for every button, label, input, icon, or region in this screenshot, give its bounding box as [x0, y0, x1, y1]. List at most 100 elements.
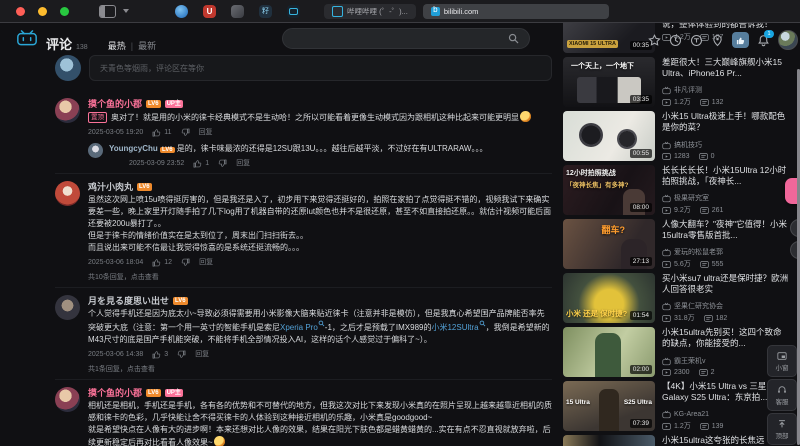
dislike-button[interactable]: [181, 258, 190, 267]
like-button[interactable]: 3: [152, 350, 168, 359]
location-pin-icon[interactable]: [711, 34, 724, 47]
video-thumbnail[interactable]: 小米 还是 保时捷? 01:54: [563, 273, 655, 323]
like-button[interactable]: 12: [152, 258, 172, 267]
video-title[interactable]: 长长长长长！小米15Ultra 12小时拍照挑战，「夜神长...: [662, 165, 789, 187]
like-button[interactable]: 11: [152, 128, 172, 137]
coin-icon[interactable]: [690, 34, 703, 47]
video-title[interactable]: 小米15 Ultra极速上手！哪款配色是你的菜？: [662, 111, 789, 133]
comment-user-row[interactable]: 摸个鱼的小郡 LV6 UP主: [88, 387, 552, 398]
reply-button[interactable]: 回复: [199, 257, 213, 267]
thumb-up-icon: [193, 159, 202, 168]
search-input[interactable]: [282, 28, 530, 49]
support-button[interactable]: 客服: [767, 379, 797, 411]
reply-button[interactable]: 回复: [236, 158, 250, 168]
current-user-avatar[interactable]: [55, 55, 81, 81]
play-count: 2300: [662, 368, 690, 377]
comment-username[interactable]: 鸡汁小肉丸: [88, 180, 133, 193]
comment-user-row[interactable]: 月を見る度思い出せ LV6: [88, 295, 552, 306]
video-card[interactable]: 00:55 小米15 Ultra极速上手！哪款配色是你的菜？ 搞机技巧 1283 0: [563, 111, 789, 161]
video-thumbnail[interactable]: 15 Ultra S25 Ultra 07:39: [563, 381, 655, 431]
comment-search-link[interactable]: 小米12SUltra: [431, 320, 485, 332]
like-count: 12: [164, 258, 173, 266]
comment-user-row[interactable]: 摸个鱼的小郡 LV6 UP主: [88, 98, 552, 109]
uploader-icon: [662, 410, 671, 419]
video-uploader[interactable]: 搞机技巧: [662, 140, 789, 150]
video-thumbnail[interactable]: [563, 435, 655, 446]
video-title[interactable]: 差距很大！三大巅峰旗舰小米15 Ultra、iPhone16 Pr...: [662, 57, 789, 79]
like-button-active[interactable]: [732, 32, 749, 48]
video-card[interactable]: 翻车? 27:13 人像大翻车？"夜神"它值得！小米15ultra零售版首批... 爱…: [563, 219, 789, 269]
bilibili-logo-icon[interactable]: [16, 30, 38, 46]
comment-reply: YoungcyChu LV6 是的，徕卡味最浓的还得是12SU跟13U。。。越往…: [88, 143, 552, 168]
sort-tab-hot[interactable]: 最热: [108, 39, 126, 52]
video-thumbnail[interactable]: 00:55: [563, 111, 655, 161]
comment-input[interactable]: 天青色等烟雨，评论区在等你: [89, 55, 552, 81]
video-thumbnail[interactable]: 翻车? 27:13: [563, 219, 655, 269]
miniplayer-button[interactable]: 小窗: [767, 345, 797, 377]
commenter-avatar[interactable]: [55, 387, 80, 412]
comment-username[interactable]: 摸个鱼的小郡: [88, 386, 142, 399]
pinned-tab-icon-5[interactable]: [287, 4, 300, 18]
thumb-down-icon: [218, 159, 227, 168]
notification-bell-icon[interactable]: 1: [757, 29, 774, 47]
favorites-star-icon[interactable]: [648, 33, 661, 47]
video-uploader[interactable]: 极果研究室: [662, 193, 789, 203]
video-card[interactable]: 小米15ultra这夸张的长焦远: [563, 435, 789, 446]
reply-username[interactable]: YoungcyChu: [109, 144, 158, 153]
reply-avatar[interactable]: [88, 143, 103, 158]
comment-username[interactable]: 月を見る度思い出せ: [88, 294, 169, 307]
commenter-avatar[interactable]: [55, 181, 80, 206]
tab-bilibili-home[interactable]: 哔哩哔哩 (゜-゜)...: [324, 3, 416, 19]
sidebar-toggle-icon[interactable]: [99, 4, 116, 18]
thumbnail-overlay-text: 12小时拍照挑战: [566, 170, 616, 177]
minimize-window-button[interactable]: [38, 6, 47, 16]
play-count-value: 31.8万: [674, 315, 695, 322]
video-card[interactable]: 12小时拍照挑战 「夜神长焦」有多神? 08:00 长长长长长！小米15Ultra 1…: [563, 165, 789, 215]
pinned-tab-icon-2[interactable]: U: [203, 4, 216, 18]
pinned-tab-icon-1[interactable]: [175, 4, 188, 18]
search-icon[interactable]: [508, 33, 519, 44]
danmaku-icon: [699, 98, 709, 107]
video-thumbnail[interactable]: 02:00: [563, 327, 655, 377]
video-uploader[interactable]: 非凡评测: [662, 85, 789, 95]
comment-username[interactable]: 摸个鱼的小郡: [88, 97, 142, 110]
reply-button[interactable]: 回复: [195, 349, 209, 359]
video-thumbnail[interactable]: XIAOMI 15 ULTRA 00:35: [563, 23, 655, 53]
view-replies-link[interactable]: 共10条回复，点击查看: [88, 272, 552, 282]
tab-bilibili-video[interactable]: bilibili.com: [422, 3, 609, 19]
video-uploader[interactable]: 坚果仁研究协会: [662, 301, 789, 311]
video-title[interactable]: 人像大翻车？"夜神"它值得！小米15ultra零售版首批...: [662, 219, 789, 241]
commenter-avatar[interactable]: [55, 98, 80, 123]
video-title[interactable]: 买小米su7 ultra还是保时捷？欧洲人回答很老实: [662, 273, 789, 295]
reply-button[interactable]: 回复: [199, 127, 213, 137]
view-replies-link[interactable]: 共1条回复，点击查看: [88, 364, 552, 374]
sort-tab-new[interactable]: 最新: [138, 39, 156, 52]
play-count-icon: [662, 422, 671, 431]
video-card[interactable]: 02:00 小米15ultra先别买！这四个致命的缺点，你能接受的... 霸王荣机v…: [563, 327, 789, 377]
video-card[interactable]: 小米 还是 保时捷? 01:54 买小米su7 ultra还是保时捷？欧洲人回答很老…: [563, 273, 789, 323]
video-uploader[interactable]: 爱玩的松鼠老郭: [662, 247, 789, 257]
like-button[interactable]: 1: [193, 159, 209, 168]
dislike-button[interactable]: [218, 159, 227, 168]
dislike-button[interactable]: [177, 350, 186, 359]
commenter-avatar[interactable]: [55, 295, 80, 320]
dislike-button[interactable]: [181, 128, 190, 137]
comment-user-row[interactable]: 鸡汁小肉丸 LV6: [88, 181, 552, 192]
zoom-window-button[interactable]: [60, 6, 69, 16]
comment-search-link[interactable]: Xperia Pro: [280, 320, 325, 332]
thumb-up-icon: [152, 128, 161, 137]
pinned-tab-icon-4[interactable]: 籽: [259, 4, 272, 18]
close-window-button[interactable]: [16, 6, 25, 16]
video-thumbnail[interactable]: 12小时拍照挑战 「夜神长焦」有多神? 08:00: [563, 165, 655, 215]
video-card[interactable]: 15 Ultra S25 Ultra 07:39 【4K】小米15 Ultra vs …: [563, 381, 789, 431]
chevron-down-icon[interactable]: [123, 9, 129, 13]
history-clock-icon[interactable]: [669, 34, 682, 47]
video-duration: 27:13: [629, 257, 652, 266]
back-to-top-button[interactable]: 顶部: [767, 413, 797, 445]
user-avatar[interactable]: [778, 30, 798, 50]
video-title[interactable]: 说，整体体验到的都告诉我！: [662, 23, 789, 30]
video-card[interactable]: 一个天上，一个地下 03:35 差距很大！三大巅峰旗舰小米15 Ultra、iPho…: [563, 57, 789, 107]
video-thumbnail[interactable]: 一个天上，一个地下 03:35: [563, 57, 655, 107]
pinned-tag: 置顶: [88, 112, 107, 123]
pinned-tab-icon-3[interactable]: [231, 4, 244, 18]
